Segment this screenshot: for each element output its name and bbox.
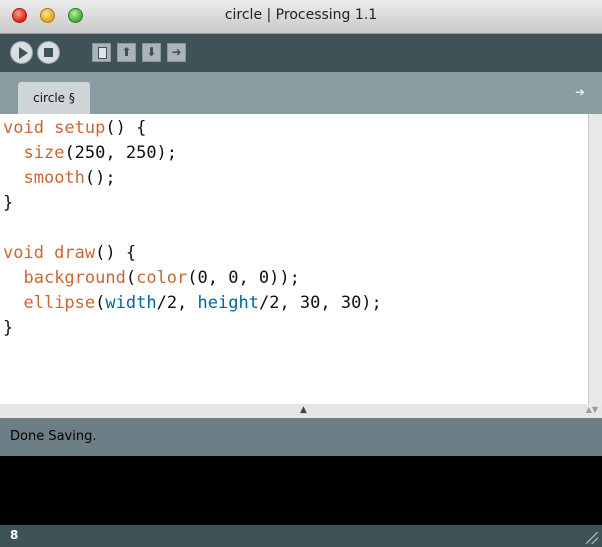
console-splitter[interactable]: ▲ ▲▼ <box>0 404 602 418</box>
save-arrow-down-icon: ⬇ <box>146 45 157 59</box>
code-token: () { <box>105 118 147 138</box>
stop-button[interactable] <box>37 41 60 64</box>
code-token: } <box>3 193 14 213</box>
code-token: (0, 0, 0)); <box>187 268 300 288</box>
code-line[interactable]: void setup() { <box>3 116 588 141</box>
code-token: color <box>136 268 188 288</box>
tab-menu-arrow-icon[interactable]: ➜ <box>572 84 588 100</box>
run-button[interactable] <box>10 41 33 64</box>
editor-scrollbar[interactable] <box>588 114 602 404</box>
code-line[interactable]: ellipse(width/2, height/2, 30, 30); <box>3 291 588 316</box>
code-token: ( <box>125 268 137 288</box>
code-line[interactable]: } <box>3 316 588 341</box>
code-token: (); <box>84 168 116 188</box>
open-arrow-up-icon: ⬆ <box>121 45 132 59</box>
code-line[interactable] <box>3 216 588 241</box>
toolbar: ⬆ ⬇ ➜ <box>0 34 602 72</box>
code-line[interactable]: size(250, 250); <box>3 141 588 166</box>
console-output[interactable] <box>0 456 602 525</box>
code-line[interactable]: smooth(); <box>3 166 588 191</box>
code-token: ellipse <box>23 293 96 313</box>
save-button[interactable]: ⬇ <box>142 43 161 62</box>
resize-grip-icon[interactable] <box>586 532 598 544</box>
code-token: ( <box>95 293 106 313</box>
code-token: () { <box>95 243 137 263</box>
tab-bar: circle § ➜ <box>0 72 602 114</box>
tab-circle[interactable]: circle § <box>18 82 90 114</box>
code-token: background <box>23 268 126 288</box>
code-token: void draw <box>3 243 96 263</box>
code-editor[interactable]: void setup() { size(250, 250); smooth();… <box>0 114 588 404</box>
code-token: /2, 30, 30); <box>258 293 382 313</box>
export-arrow-icon: ➜ <box>171 45 182 59</box>
open-button[interactable]: ⬆ <box>117 43 136 62</box>
splitter-grip-icon[interactable]: ▲ <box>300 405 307 415</box>
code-token: /2, <box>156 293 198 313</box>
code-token: void setup <box>3 118 106 138</box>
splitter-arrows-icon: ▲▼ <box>585 405 598 414</box>
code-line[interactable]: void draw() { <box>3 241 588 266</box>
code-token: smooth <box>23 168 85 188</box>
code-line[interactable]: } <box>3 191 588 216</box>
code-token: height <box>197 293 259 313</box>
code-token: } <box>3 318 14 338</box>
title-bar: circle | Processing 1.1 <box>0 0 602 34</box>
status-bar: Done Saving. <box>0 418 602 456</box>
line-number-bar: 8 <box>0 525 602 547</box>
code-token: (250, 250); <box>64 143 178 163</box>
code-token: width <box>105 293 157 313</box>
code-line[interactable]: background(color(0, 0, 0)); <box>3 266 588 291</box>
export-button[interactable]: ➜ <box>167 43 186 62</box>
code-token: size <box>23 143 65 163</box>
line-number: 8 <box>10 528 19 542</box>
window-title: circle | Processing 1.1 <box>224 7 378 23</box>
new-button[interactable] <box>92 43 111 62</box>
